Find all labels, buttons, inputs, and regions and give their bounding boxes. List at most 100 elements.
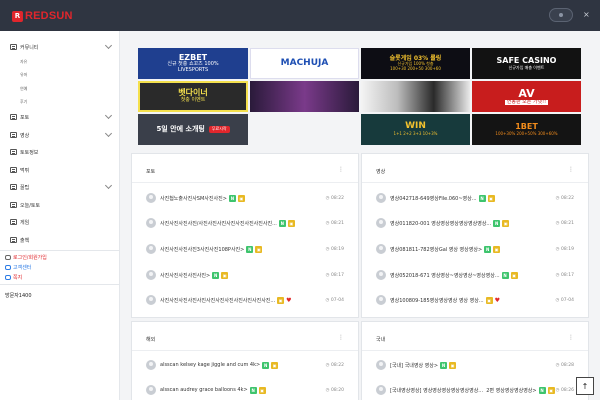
more-menu-icon[interactable]: ⋮: [568, 166, 574, 173]
login-link[interactable]: 로그인/회원가입: [5, 254, 47, 261]
post-title[interactable]: 사진사진사진사진사진사진사진사진사진사진사진사진...: [160, 297, 275, 304]
board-title[interactable]: 포토: [146, 168, 155, 175]
banner-subtitle: 100+30% 200+50% 300+60%: [495, 130, 558, 136]
banner-ink-ad[interactable]: [361, 81, 470, 112]
arrow-up-icon: ↑: [581, 381, 589, 391]
sidebar-item-attendance[interactable]: 출첵: [0, 233, 120, 247]
message-link[interactable]: 쪽지: [5, 274, 22, 281]
image-badge-icon: ▣: [493, 245, 501, 253]
post-time-value: 08:20: [331, 387, 344, 393]
clock-icon: ◷: [325, 297, 330, 303]
list-item[interactable]: 사진사진사진사진/사진사진사진사진사진사진사진사진... N ▣ ◷ 08:21: [146, 217, 344, 229]
heart-icon: ♥: [286, 296, 292, 304]
scroll-to-top-button[interactable]: ↑: [576, 377, 594, 395]
banner-slot[interactable]: 슬롯게임 03% 롤링 신규가입 100% 첫충 100+30 200+50 3…: [361, 48, 470, 79]
sidebar-item-toto-info[interactable]: 토토정보: [0, 145, 120, 159]
board-title[interactable]: 해외: [146, 336, 155, 343]
sidebar-item-scam[interactable]: 먹튀: [0, 163, 120, 177]
post-title[interactable]: 영상100809-185영상영상영상 영상 영상...: [390, 297, 484, 304]
post-time-value: 08:17: [561, 272, 574, 278]
more-menu-icon[interactable]: ⋮: [338, 166, 344, 173]
post-title[interactable]: 사진첩노출사진사SM사진사진>: [160, 195, 227, 202]
list-item[interactable]: alsscan audrey grace balloons 4k> N ▣ ◷ 08:…: [146, 384, 344, 396]
list-item[interactable]: 사진첩노출사진사SM사진사진> N ▣ ◷ 08:22: [146, 192, 344, 204]
post-title[interactable]: 사진사진사진사진3사진사진108P사진>: [160, 246, 244, 253]
sidebar-item-tips[interactable]: 꿀팁: [0, 180, 120, 194]
post-title[interactable]: 사진사진사진사진/사진사진사진사진사진사진사진사진...: [160, 220, 277, 227]
list-item[interactable]: 사진사진사진사진3사진사진108P사진> N ▣ ◷ 08:19: [146, 243, 344, 255]
post-time-value: 08:22: [331, 362, 344, 368]
user-icon: [5, 255, 11, 260]
post-title[interactable]: 사진사진사진사진사진>: [160, 272, 210, 279]
post-title[interactable]: 영상011820-001 영상영상영상영상영상영상...: [390, 220, 491, 227]
close-icon[interactable]: ×: [583, 10, 590, 19]
post-title[interactable]: [국내] 국내영상 영상>: [390, 362, 438, 369]
theme-toggle[interactable]: [549, 8, 573, 22]
image-badge-icon: ▣: [221, 271, 229, 279]
banner-photo-ad[interactable]: [250, 81, 359, 112]
site-logo[interactable]: R REDSUN: [12, 9, 73, 23]
post-title[interactable]: [국내영상영상] 영상영상영상영상영상영상... 2편 영상영상영상영상>: [390, 387, 537, 394]
toggle-knob-icon: [559, 13, 563, 17]
list-item[interactable]: alsscan kelsey kage jiggle and cum 4k> N ▣…: [146, 359, 344, 371]
post-time-value: 08:17: [331, 272, 344, 278]
list-icon: [10, 237, 17, 243]
chevron-down-icon[interactable]: [104, 111, 113, 120]
chevron-down-icon[interactable]: [104, 41, 113, 50]
card-divider: [132, 182, 358, 183]
banner-machuja[interactable]: MACHUJA: [250, 48, 359, 79]
post-title[interactable]: alsscan audrey grace balloons 4k>: [160, 387, 248, 393]
post-time: ◷ 08:21: [556, 221, 574, 226]
chevron-down-icon[interactable]: [104, 181, 113, 190]
list-item[interactable]: [국내영상영상] 영상영상영상영상영상영상... 2편 영상영상영상영상> N ▣ ◷…: [376, 384, 574, 396]
new-badge: N: [484, 245, 492, 253]
banner-1bet[interactable]: 1BET 100+30% 200+50% 300+60%: [472, 114, 581, 145]
top-navbar: R REDSUN ×: [0, 0, 600, 31]
clock-icon: ◷: [325, 246, 330, 252]
list-item[interactable]: 영상042718-649영상File.060~영상... N ▣ ◷ 08:22: [376, 192, 574, 204]
list-item[interactable]: 영상011820-001 영상영상영상영상영상영상... N ▣ ◷ 08:21: [376, 217, 574, 229]
sidebar-subitem[interactable]: 유머: [20, 72, 27, 78]
sidebar-item-today-toto[interactable]: 오늘/토토: [0, 198, 120, 212]
post-title[interactable]: alsscan kelsey kage jiggle and cum 4k>: [160, 362, 260, 368]
sidebar-item-photo[interactable]: 포토: [0, 110, 120, 124]
support-link[interactable]: 고객센터: [5, 264, 31, 271]
list-icon: [10, 167, 17, 173]
list-item[interactable]: 사진사진사진사진사진사진사진사진사진사진사진사진... ▣ ♥ ◷ 07-04: [146, 294, 344, 306]
board-card-video: 영상 ⋮ 영상042718-649영상File.060~영상... N ▣ ◷ 08:…: [361, 153, 589, 318]
sidebar-item-community[interactable]: 커뮤니티: [0, 40, 120, 54]
chevron-down-icon[interactable]: [104, 129, 113, 138]
sidebar-item-video[interactable]: 영상: [0, 128, 120, 142]
banner-subtitle: 연동판 오픈 가넷!!: [504, 98, 549, 106]
message-link-label: 쪽지: [13, 275, 23, 281]
banner-betdiner[interactable]: 벳다이너 첫충 이벤트: [138, 81, 248, 112]
board-title[interactable]: 국내: [376, 336, 385, 343]
banner-av[interactable]: AV 연동판 오픈 가넷!!: [472, 81, 581, 112]
banner-win[interactable]: WIN 1+1 2+2 3+3 10+3%: [361, 114, 470, 145]
avatar: [376, 218, 386, 228]
list-item[interactable]: 영상052018-671 영상영상~영상영상~영상영상... N ▣ ◷ 08:17: [376, 269, 574, 281]
banner-ezbet[interactable]: EZBET 신규 첫충 쇼꼬즈 100% LIVESPORTS: [138, 48, 248, 79]
card-divider: [362, 350, 588, 351]
banner-dating[interactable]: 5일 안에 소개팅 무료시작: [138, 114, 248, 145]
visitor-count: 방문자1400: [5, 293, 32, 299]
post-title[interactable]: 영상081811-782영상Gal 영상 영상영상>: [390, 246, 482, 253]
more-menu-icon[interactable]: ⋮: [338, 334, 344, 341]
sidebar-subitem[interactable]: 후기: [20, 99, 27, 105]
sidebar-subitem[interactable]: 자유: [20, 59, 27, 65]
list-item[interactable]: 영상100809-185영상영상영상 영상 영상... ▣ ♥ ◷ 07-04: [376, 294, 574, 306]
sidebar-item-game[interactable]: 게임: [0, 215, 120, 229]
image-badge-icon: ▣: [487, 194, 495, 202]
clock-icon: ◷: [325, 362, 330, 368]
sidebar: 커뮤니티 자유 유머 연예 후기 포토 영상 토토정보 먹튀 꿀팁 오늘/토토 …: [0, 31, 120, 400]
more-menu-icon[interactable]: ⋮: [568, 334, 574, 341]
list-item[interactable]: [국내] 국내영상 영상> N ▣ ◷ 08:28: [376, 359, 574, 371]
list-item[interactable]: 사진사진사진사진사진> N ▣ ◷ 08:17: [146, 269, 344, 281]
post-title[interactable]: 영상042718-649영상File.060~영상...: [390, 195, 477, 202]
board-title[interactable]: 영상: [376, 168, 385, 175]
post-title[interactable]: 영상052018-671 영상영상~영상영상~영상영상...: [390, 272, 500, 279]
sidebar-subitem[interactable]: 연예: [20, 86, 27, 92]
post-time: ◷ 08:22: [326, 363, 344, 368]
list-item[interactable]: 영상081811-782영상Gal 영상 영상영상> N ▣ ◷ 08:19: [376, 243, 574, 255]
banner-safe-casino[interactable]: SAFE CASINO 신규가입 매충 이벤트: [472, 48, 581, 79]
